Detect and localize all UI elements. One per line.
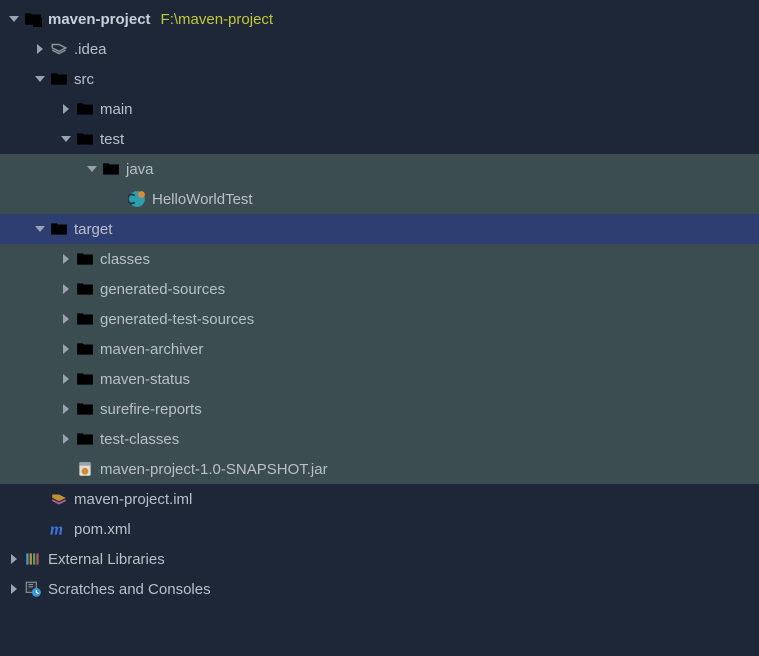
item-label: surefire-reports	[100, 401, 202, 418]
scratches-icon	[24, 580, 42, 598]
tree-item-classes[interactable]: classes	[0, 244, 759, 274]
chevron-right-icon[interactable]	[58, 311, 74, 327]
root-path: F:\maven-project	[161, 11, 274, 28]
excluded-folder-icon	[76, 370, 94, 388]
item-label: test	[100, 131, 124, 148]
tree-item-main[interactable]: main	[0, 94, 759, 124]
jar-icon	[76, 460, 94, 478]
chevron-right-icon[interactable]	[58, 401, 74, 417]
chevron-right-icon[interactable]	[32, 41, 48, 57]
tree-item-pom[interactable]: m pom.xml	[0, 514, 759, 544]
item-label: maven-status	[100, 371, 190, 388]
chevron-right-icon[interactable]	[6, 551, 22, 567]
chevron-down-icon[interactable]	[84, 161, 100, 177]
excluded-folder-icon	[76, 340, 94, 358]
chevron-right-icon[interactable]	[58, 101, 74, 117]
svg-text:m: m	[50, 520, 63, 538]
item-label: main	[100, 101, 133, 118]
excluded-folder-icon	[76, 310, 94, 328]
folder-icon	[50, 70, 68, 88]
tree-item-iml[interactable]: maven-project.iml	[0, 484, 759, 514]
chevron-right-icon[interactable]	[58, 281, 74, 297]
tree-item-gen-sources[interactable]: generated-sources	[0, 274, 759, 304]
item-label: generated-sources	[100, 281, 225, 298]
item-label: classes	[100, 251, 150, 268]
tree-item-gen-test-sources[interactable]: generated-test-sources	[0, 304, 759, 334]
excluded-folder-icon	[76, 430, 94, 448]
project-tree: maven-project F:\maven-project .idea src…	[0, 0, 759, 604]
chevron-right-icon[interactable]	[58, 251, 74, 267]
folder-icon	[76, 130, 94, 148]
item-label: src	[74, 71, 94, 88]
item-label: maven-project.iml	[74, 491, 192, 508]
tree-item-maven-status[interactable]: maven-status	[0, 364, 759, 394]
tree-item-idea[interactable]: .idea	[0, 34, 759, 64]
iml-icon	[50, 490, 68, 508]
item-label: maven-archiver	[100, 341, 203, 358]
root-name: maven-project	[48, 11, 151, 28]
chevron-right-icon[interactable]	[58, 341, 74, 357]
item-label: External Libraries	[48, 551, 165, 568]
tree-item-target[interactable]: target	[0, 214, 759, 244]
item-label: test-classes	[100, 431, 179, 448]
chevron-down-icon[interactable]	[58, 131, 74, 147]
tree-item-external-libs[interactable]: External Libraries	[0, 544, 759, 574]
excluded-folder-icon	[76, 280, 94, 298]
tree-item-src[interactable]: src	[0, 64, 759, 94]
tree-item-maven-archiver[interactable]: maven-archiver	[0, 334, 759, 364]
excluded-folder-icon	[50, 220, 68, 238]
module-folder-icon	[24, 10, 42, 28]
item-label: target	[74, 221, 112, 238]
chevron-right-icon[interactable]	[58, 371, 74, 387]
test-source-folder-icon	[102, 160, 120, 178]
chevron-down-icon[interactable]	[32, 71, 48, 87]
tree-item-java[interactable]: java	[0, 154, 759, 184]
maven-icon: m	[50, 520, 68, 538]
excluded-folder-icon	[76, 250, 94, 268]
item-label: generated-test-sources	[100, 311, 254, 328]
tree-item-test[interactable]: test	[0, 124, 759, 154]
tree-item-hello-test[interactable]: HelloWorldTest	[0, 184, 759, 214]
item-label: Scratches and Consoles	[48, 581, 211, 598]
chevron-down-icon[interactable]	[32, 221, 48, 237]
tree-item-test-classes[interactable]: test-classes	[0, 424, 759, 454]
item-label: java	[126, 161, 154, 178]
idea-folder-icon	[50, 40, 68, 58]
excluded-folder-icon	[76, 400, 94, 418]
class-icon	[128, 190, 146, 208]
tree-item-root[interactable]: maven-project F:\maven-project	[0, 4, 759, 34]
chevron-right-icon[interactable]	[58, 431, 74, 447]
item-label: maven-project-1.0-SNAPSHOT.jar	[100, 461, 328, 478]
tree-item-surefire[interactable]: surefire-reports	[0, 394, 759, 424]
tree-item-jar[interactable]: maven-project-1.0-SNAPSHOT.jar	[0, 454, 759, 484]
chevron-right-icon[interactable]	[6, 581, 22, 597]
tree-item-scratches[interactable]: Scratches and Consoles	[0, 574, 759, 604]
item-label: .idea	[74, 41, 107, 58]
library-icon	[24, 550, 42, 568]
item-label: HelloWorldTest	[152, 191, 253, 208]
item-label: pom.xml	[74, 521, 131, 538]
folder-icon	[76, 100, 94, 118]
chevron-down-icon[interactable]	[6, 11, 22, 27]
